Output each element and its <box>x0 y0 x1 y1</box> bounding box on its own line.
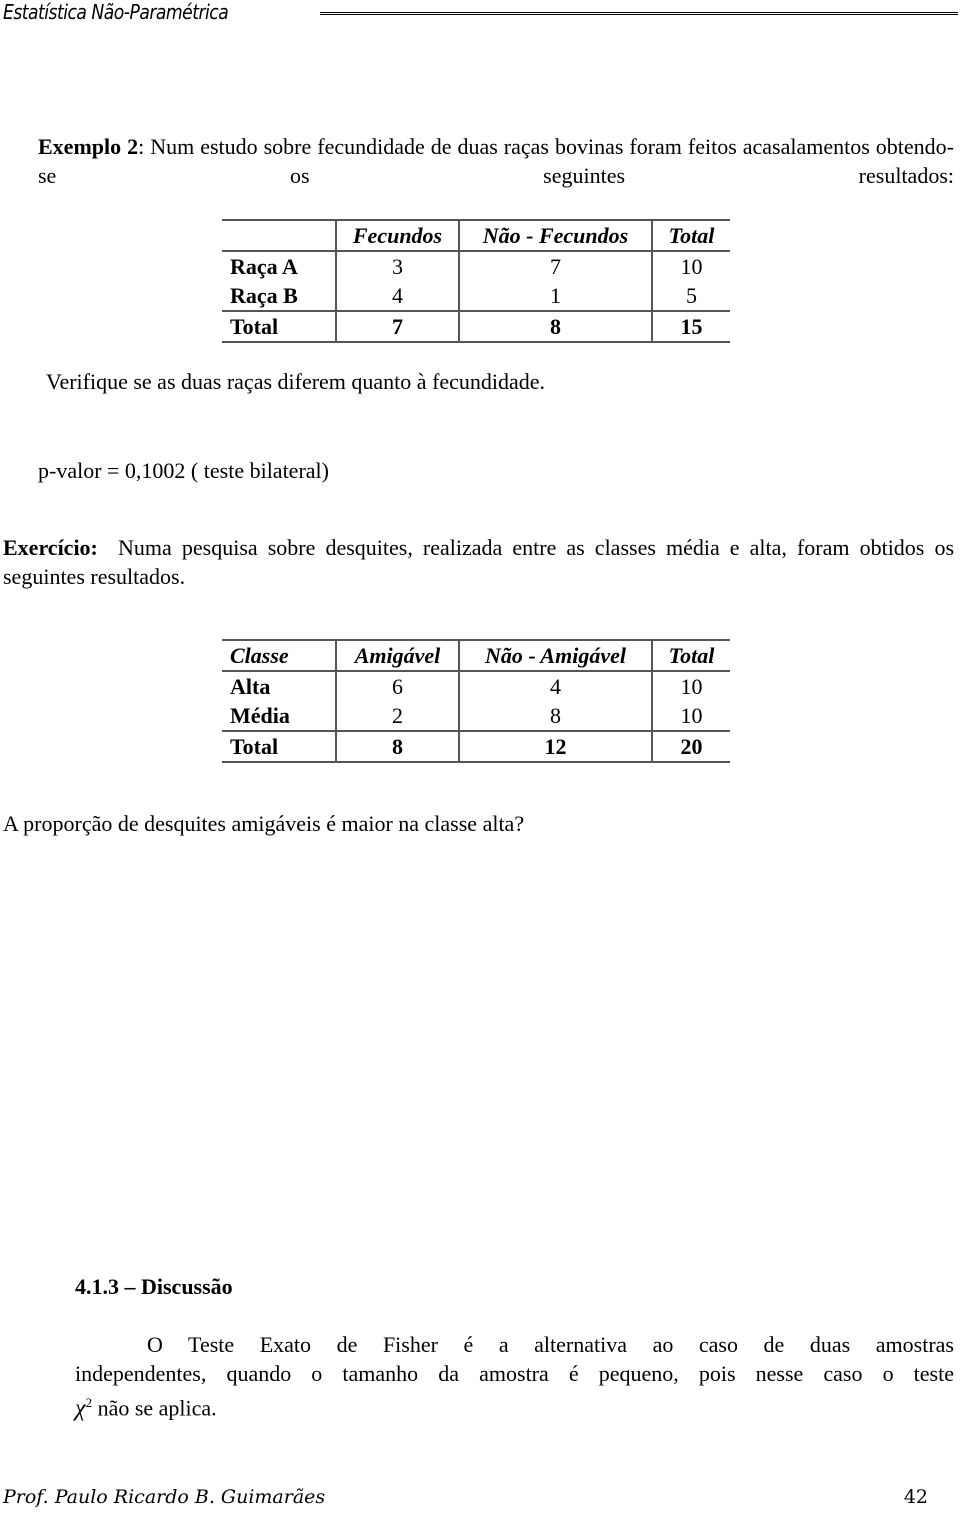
table-header-cell: Não - Amigável <box>458 639 652 671</box>
header-rule <box>320 12 958 15</box>
table-cell: 8 <box>335 730 459 763</box>
example-2-text: : Num estudo sobre fecundidade de duas r… <box>38 134 954 188</box>
table-cell: 6 <box>335 670 459 701</box>
table-header-cell: Não - Fecundos <box>458 219 652 251</box>
table-cell: 4 <box>458 670 652 701</box>
table-divorce: Classe Amigável Não - Amigável Total Alt… <box>222 639 730 763</box>
table-header-cell: Classe <box>222 639 336 671</box>
table-cell: 7 <box>335 310 459 343</box>
exercise-paragraph: Exercício: Numa pesquisa sobre desquites… <box>3 533 954 591</box>
exercise-text: Numa pesquisa sobre desquites, realizada… <box>3 535 955 589</box>
table-row: Raça B 4 1 5 <box>222 281 730 311</box>
table-total-row: Total 7 8 15 <box>222 310 730 343</box>
example-2-line-1: Exemplo 2: Num estudo sobre fecundidade … <box>38 132 954 190</box>
table-cell: 10 <box>651 670 730 701</box>
table-cell: 20 <box>651 730 730 763</box>
row-label: Raça A <box>222 250 336 281</box>
question-2: A proporção de desquites amigáveis é mai… <box>3 811 525 836</box>
table-cell: 5 <box>651 281 730 311</box>
discussion-line-1: O Teste Exato de Fisher é a alternativa … <box>147 1332 954 1357</box>
table-row: Média 2 8 10 <box>222 701 730 731</box>
table-cell: 3 <box>335 250 459 281</box>
row-label: Raça B <box>230 283 298 308</box>
table-cell: 8 <box>458 701 652 731</box>
question-1: Verifique se as duas raças diferem quant… <box>46 369 546 394</box>
row-label: Média <box>230 703 290 728</box>
table-row: Raça A 3 7 10 <box>222 250 730 281</box>
table-cell: 4 <box>335 281 459 311</box>
section-heading: 4.1.3 – Discussão <box>75 1274 233 1299</box>
table-header-cell: Fecundos <box>335 219 459 251</box>
table-cell: 10 <box>651 701 730 731</box>
discussion-line-2: independentes, quando o tamanho da amost… <box>75 1361 954 1386</box>
page-number: 42 <box>903 1486 928 1508</box>
row-label: Total <box>222 310 336 343</box>
table-total-row: Total 8 12 20 <box>222 730 730 763</box>
discussion-line-3: χ2 não se aplica. <box>75 1388 954 1423</box>
example-2-paragraph: Exemplo 2: Num estudo sobre fecundidade … <box>38 132 954 190</box>
row-label: Alta <box>222 670 336 701</box>
table-cell: 8 <box>458 310 652 343</box>
discussion-line-3-text: não se aplica. <box>92 1395 217 1421</box>
footer-author: Prof. Paulo Ricardo B. Guimarães <box>3 1486 326 1508</box>
table-cell: 2 <box>335 701 459 731</box>
exercise-label: Exercício: <box>3 535 98 560</box>
header-title: Estatística Não-Paramétrica <box>3 0 229 24</box>
table-cell: 10 <box>651 250 730 281</box>
table-cell: 1 <box>458 281 652 311</box>
example-2-label: Exemplo 2 <box>38 134 139 159</box>
chi-symbol: χ <box>75 1395 86 1422</box>
table-header-cell: Total <box>651 639 730 671</box>
table-cell: 12 <box>458 730 652 763</box>
table-fecundity: Fecundos Não - Fecundos Total Raça A 3 7… <box>222 219 730 343</box>
table-cell: 7 <box>458 250 652 281</box>
table-header-cell: Total <box>651 219 730 251</box>
table-cell: 15 <box>651 310 730 343</box>
row-label: Total <box>222 730 336 763</box>
p-value-text: p-valor = 0,1002 ( teste bilateral) <box>38 458 329 483</box>
table-row: Alta 6 4 10 <box>222 670 730 701</box>
discussion-paragraph: O Teste Exato de Fisher é a alternativa … <box>75 1330 954 1423</box>
table-header-cell <box>222 219 336 251</box>
table-header-cell: Amigável <box>335 639 459 671</box>
